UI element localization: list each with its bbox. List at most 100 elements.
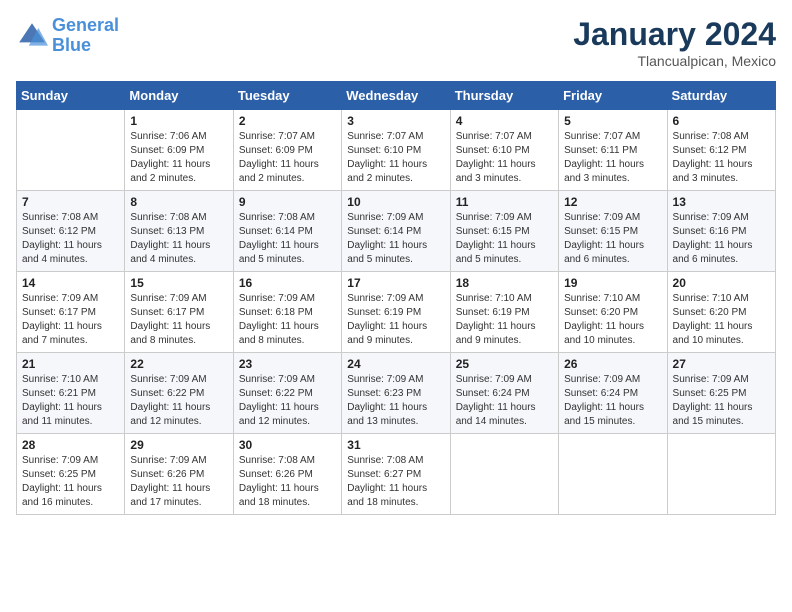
day-info: Sunrise: 7:08 AMSunset: 6:14 PMDaylight:… (239, 211, 336, 267)
day-info: Sunrise: 7:09 AMSunset: 6:23 PMDaylight:… (347, 373, 444, 429)
day-info: Sunrise: 7:09 AMSunset: 6:19 PMDaylight:… (347, 292, 444, 348)
day-info: Sunrise: 7:09 AMSunset: 6:25 PMDaylight:… (22, 454, 119, 510)
calendar-week-row: 14 Sunrise: 7:09 AMSunset: 6:17 PMDayligh… (17, 272, 776, 353)
day-info: Sunrise: 7:09 AMSunset: 6:22 PMDaylight:… (239, 373, 336, 429)
day-info: Sunrise: 7:09 AMSunset: 6:17 PMDaylight:… (130, 292, 227, 348)
day-info: Sunrise: 7:07 AMSunset: 6:10 PMDaylight:… (456, 130, 553, 186)
calendar-table: SundayMondayTuesdayWednesdayThursdayFrid… (16, 81, 776, 515)
day-number: 21 (22, 357, 119, 371)
day-info: Sunrise: 7:09 AMSunset: 6:15 PMDaylight:… (456, 211, 553, 267)
calendar-week-row: 21 Sunrise: 7:10 AMSunset: 6:21 PMDayligh… (17, 353, 776, 434)
header-saturday: Saturday (667, 82, 775, 110)
day-number: 30 (239, 438, 336, 452)
day-number: 1 (130, 114, 227, 128)
day-info: Sunrise: 7:09 AMSunset: 6:18 PMDaylight:… (239, 292, 336, 348)
calendar-cell: 18 Sunrise: 7:10 AMSunset: 6:19 PMDayligh… (450, 272, 558, 353)
day-info: Sunrise: 7:08 AMSunset: 6:27 PMDaylight:… (347, 454, 444, 510)
calendar-cell: 25Sunrise: 7:09 AMSunset: 6:24 PMDayligh… (450, 353, 558, 434)
day-number: 20 (673, 276, 770, 290)
day-info: Sunrise: 7:08 AMSunset: 6:26 PMDaylight:… (239, 454, 336, 510)
day-info: Sunrise: 7:10 AMSunset: 6:20 PMDaylight:… (564, 292, 661, 348)
calendar-cell: 19 Sunrise: 7:10 AMSunset: 6:20 PMDayligh… (559, 272, 667, 353)
calendar-week-row: 1 Sunrise: 7:06 AMSunset: 6:09 PMDaylight… (17, 110, 776, 191)
calendar-cell: 24 Sunrise: 7:09 AMSunset: 6:23 PMDayligh… (342, 353, 450, 434)
calendar-cell: 7 Sunrise: 7:08 AMSunset: 6:12 PMDaylight… (17, 191, 125, 272)
day-info: Sunrise: 7:10 AMSunset: 6:21 PMDaylight:… (22, 373, 119, 429)
calendar-cell: 6 Sunrise: 7:08 AMSunset: 6:12 PMDaylight… (667, 110, 775, 191)
day-info: Sunrise: 7:08 AMSunset: 6:12 PMDaylight:… (673, 130, 770, 186)
day-info: Sunrise: 7:09 AMSunset: 6:22 PMDaylight:… (130, 373, 227, 429)
calendar-cell (450, 434, 558, 515)
header-thursday: Thursday (450, 82, 558, 110)
day-number: 15 (130, 276, 227, 290)
day-number: 16 (239, 276, 336, 290)
day-number: 31 (347, 438, 444, 452)
day-info: Sunrise: 7:08 AMSunset: 6:13 PMDaylight:… (130, 211, 227, 267)
calendar-cell (667, 434, 775, 515)
day-info: Sunrise: 7:10 AMSunset: 6:19 PMDaylight:… (456, 292, 553, 348)
day-info: Sunrise: 7:09 AMSunset: 6:25 PMDaylight:… (673, 373, 770, 429)
day-number: 26 (564, 357, 661, 371)
title-block: January 2024 Tlancualpican, Mexico (573, 16, 776, 69)
day-number: 14 (22, 276, 119, 290)
day-info: Sunrise: 7:09 AMSunset: 6:17 PMDaylight:… (22, 292, 119, 348)
day-number: 17 (347, 276, 444, 290)
calendar-cell (559, 434, 667, 515)
header-wednesday: Wednesday (342, 82, 450, 110)
calendar-cell: 16 Sunrise: 7:09 AMSunset: 6:18 PMDayligh… (233, 272, 341, 353)
calendar-cell: 27 Sunrise: 7:09 AMSunset: 6:25 PMDayligh… (667, 353, 775, 434)
day-number: 29 (130, 438, 227, 452)
day-number: 24 (347, 357, 444, 371)
calendar-cell: 10Sunrise: 7:09 AMSunset: 6:14 PMDayligh… (342, 191, 450, 272)
day-number: 27 (673, 357, 770, 371)
day-number: 13 (673, 195, 770, 209)
calendar-cell: 1 Sunrise: 7:06 AMSunset: 6:09 PMDaylight… (125, 110, 233, 191)
day-info: Sunrise: 7:10 AMSunset: 6:20 PMDaylight:… (673, 292, 770, 348)
header-monday: Monday (125, 82, 233, 110)
header-sunday: Sunday (17, 82, 125, 110)
calendar-cell: 5Sunrise: 7:07 AMSunset: 6:11 PMDaylight… (559, 110, 667, 191)
day-info: Sunrise: 7:09 AMSunset: 6:16 PMDaylight:… (673, 211, 770, 267)
day-number: 3 (347, 114, 444, 128)
page-header: General Blue January 2024 Tlancualpican,… (16, 16, 776, 69)
calendar-cell: 13 Sunrise: 7:09 AMSunset: 6:16 PMDayligh… (667, 191, 775, 272)
header-tuesday: Tuesday (233, 82, 341, 110)
day-number: 22 (130, 357, 227, 371)
day-info: Sunrise: 7:08 AMSunset: 6:12 PMDaylight:… (22, 211, 119, 267)
day-info: Sunrise: 7:07 AMSunset: 6:11 PMDaylight:… (564, 130, 661, 186)
calendar-cell: 9Sunrise: 7:08 AMSunset: 6:14 PMDaylight… (233, 191, 341, 272)
day-info: Sunrise: 7:06 AMSunset: 6:09 PMDaylight:… (130, 130, 227, 186)
calendar-cell: 23 Sunrise: 7:09 AMSunset: 6:22 PMDayligh… (233, 353, 341, 434)
calendar-cell: 29 Sunrise: 7:09 AMSunset: 6:26 PMDayligh… (125, 434, 233, 515)
day-number: 2 (239, 114, 336, 128)
day-info: Sunrise: 7:09 AMSunset: 6:15 PMDaylight:… (564, 211, 661, 267)
calendar-cell: 22 Sunrise: 7:09 AMSunset: 6:22 PMDayligh… (125, 353, 233, 434)
calendar-cell: 26Sunrise: 7:09 AMSunset: 6:24 PMDayligh… (559, 353, 667, 434)
day-number: 11 (456, 195, 553, 209)
calendar-cell: 14 Sunrise: 7:09 AMSunset: 6:17 PMDayligh… (17, 272, 125, 353)
day-info: Sunrise: 7:09 AMSunset: 6:24 PMDaylight:… (456, 373, 553, 429)
day-number: 18 (456, 276, 553, 290)
calendar-cell: 21 Sunrise: 7:10 AMSunset: 6:21 PMDayligh… (17, 353, 125, 434)
day-number: 10 (347, 195, 444, 209)
day-number: 23 (239, 357, 336, 371)
logo: General Blue (16, 16, 119, 56)
location-subtitle: Tlancualpican, Mexico (573, 53, 776, 69)
calendar-week-row: 7 Sunrise: 7:08 AMSunset: 6:12 PMDaylight… (17, 191, 776, 272)
calendar-cell: 20 Sunrise: 7:10 AMSunset: 6:20 PMDayligh… (667, 272, 775, 353)
day-number: 6 (673, 114, 770, 128)
calendar-cell (17, 110, 125, 191)
day-info: Sunrise: 7:07 AMSunset: 6:10 PMDaylight:… (347, 130, 444, 186)
day-info: Sunrise: 7:09 AMSunset: 6:26 PMDaylight:… (130, 454, 227, 510)
day-number: 28 (22, 438, 119, 452)
day-number: 7 (22, 195, 119, 209)
calendar-cell: 28 Sunrise: 7:09 AMSunset: 6:25 PMDayligh… (17, 434, 125, 515)
month-title: January 2024 (573, 16, 776, 53)
logo-icon (16, 20, 48, 52)
day-number: 19 (564, 276, 661, 290)
calendar-cell: 4Sunrise: 7:07 AMSunset: 6:10 PMDaylight… (450, 110, 558, 191)
day-info: Sunrise: 7:07 AMSunset: 6:09 PMDaylight:… (239, 130, 336, 186)
calendar-cell: 8Sunrise: 7:08 AMSunset: 6:13 PMDaylight… (125, 191, 233, 272)
calendar-cell: 17 Sunrise: 7:09 AMSunset: 6:19 PMDayligh… (342, 272, 450, 353)
calendar-week-row: 28 Sunrise: 7:09 AMSunset: 6:25 PMDayligh… (17, 434, 776, 515)
